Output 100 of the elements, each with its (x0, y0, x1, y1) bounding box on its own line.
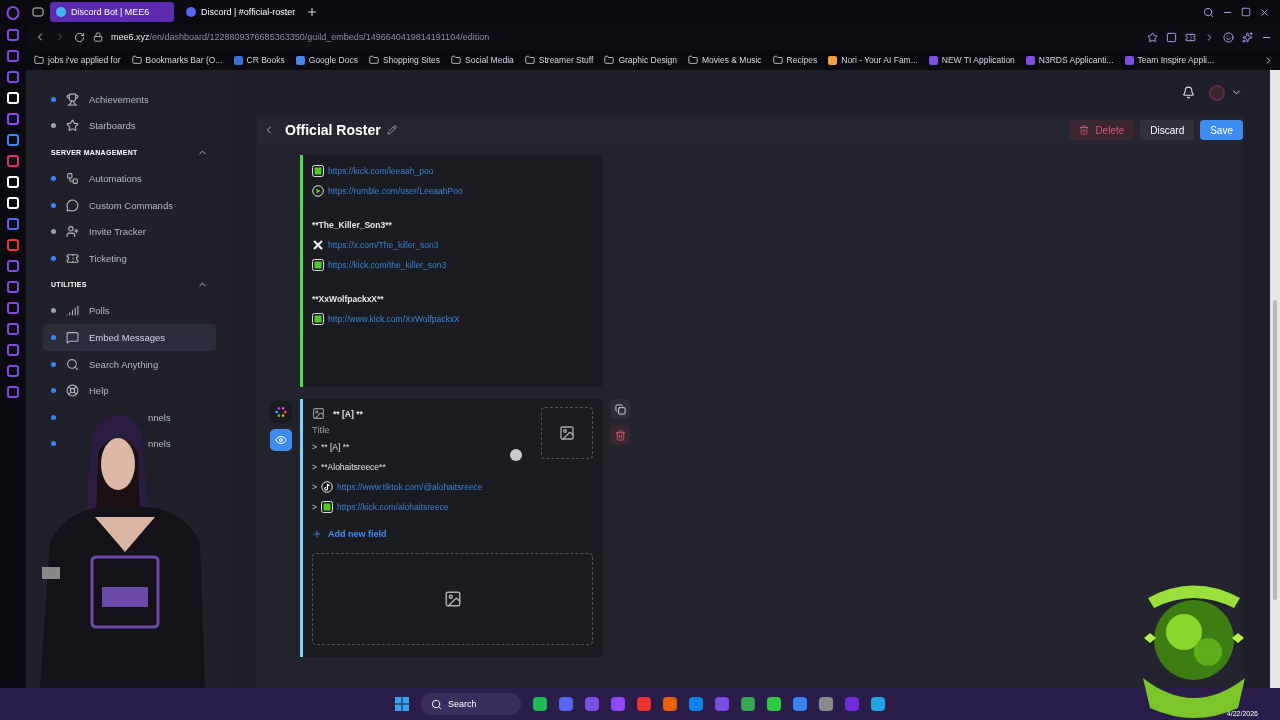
color-picker-button[interactable] (270, 401, 292, 423)
star-icon[interactable] (1147, 31, 1158, 43)
bookmark[interactable]: Nori - Your AI Fam... (828, 55, 918, 65)
quote-mark: > (312, 442, 317, 452)
search-icon (431, 698, 442, 710)
bookmark[interactable]: Graphic Design (604, 55, 677, 65)
tab-manager-icon[interactable] (32, 7, 44, 17)
notification-icon[interactable] (1182, 86, 1195, 99)
taskbar-app-icon[interactable] (611, 697, 625, 711)
site-icon (295, 55, 305, 65)
folder-icon (772, 55, 783, 65)
link[interactable]: https://kick.com/the_killer_son3 (328, 260, 447, 270)
bookmark[interactable]: Social Media (451, 55, 514, 65)
taskbar-search-field[interactable]: Search (421, 693, 521, 715)
sidebar-item[interactable]: nnels (43, 403, 216, 431)
link[interactable]: https://kick.com/leeaah_poo (328, 166, 434, 176)
menu-item-icon (66, 119, 79, 133)
music-note-icon (320, 481, 333, 493)
taskbar-app-icon[interactable] (637, 697, 651, 711)
folder-icon (688, 55, 698, 65)
bookmark[interactable]: Recipes (772, 55, 818, 65)
sidebar-item[interactable]: Automations (43, 165, 216, 192)
bookmark[interactable]: N3RDS Applicanti... (1025, 55, 1114, 65)
taskbar-app-icon[interactable] (819, 697, 833, 711)
tab-favicon-icon (186, 7, 196, 17)
taskbar-app-icon[interactable] (871, 697, 885, 711)
address-field[interactable]: mee6.xyz/en/dashboard/1228809376685363350/guild_embeds/1496640419814191104/edition (111, 32, 490, 42)
message-text: **The_Killer_Son3** (312, 220, 392, 230)
start-icon[interactable] (395, 697, 409, 711)
message-text: ** [A] ** (320, 442, 350, 452)
taskbar-app-icon[interactable] (793, 697, 807, 711)
eye-icon (275, 434, 287, 446)
snapshot-icon[interactable] (1166, 31, 1177, 43)
taskbar-app-icon[interactable] (767, 697, 781, 711)
menu-item-icon (66, 330, 79, 344)
image-placeholder-icon (443, 590, 462, 608)
edit-icon[interactable] (386, 125, 397, 135)
sidebar-item[interactable]: nnels (43, 430, 216, 458)
link[interactable]: https://www.tiktok.com/@alohaitsreece (336, 482, 483, 492)
bookmark[interactable]: NEW TI Application (928, 55, 1015, 65)
page-title: Official Roster (285, 122, 381, 138)
message-text: **Alohaitsreece** (320, 462, 386, 472)
bookmark[interactable]: Google Docs (295, 55, 358, 65)
sidebar-item[interactable]: Custom Commands (43, 191, 216, 219)
search-icon[interactable] (1203, 6, 1214, 18)
sidebar-item[interactable]: Polls (43, 297, 216, 325)
browser-tab[interactable]: Discord Bot | MEE6 (50, 2, 174, 22)
bookmark[interactable]: Bookmarks Bar (O... (131, 55, 223, 65)
site-icon (928, 55, 938, 65)
taskbar-app-icon[interactable] (715, 697, 729, 711)
emoji-button[interactable] (510, 449, 522, 461)
sidebar-item[interactable]: Ticketing (43, 244, 216, 272)
delete-button[interactable] (610, 425, 630, 445)
sidebar-item[interactable]: Help (43, 377, 216, 404)
preview-button[interactable] (270, 429, 292, 451)
sidebar-item[interactable]: Achievements (43, 86, 216, 113)
bookmark[interactable]: Movies & Music (688, 55, 762, 65)
link[interactable]: https://rumble.com/user/LeeaahPoo (328, 186, 463, 196)
reload-icon[interactable] (74, 31, 85, 43)
color-wheel-icon (275, 406, 287, 418)
taskbar-app-icon[interactable] (585, 697, 599, 711)
bookmark[interactable]: Shopping Sites (368, 55, 441, 65)
link[interactable]: https://x.com/The_killer_son3 (328, 240, 439, 250)
bookmark[interactable]: jobs i've applied for (34, 55, 121, 65)
menu-item-icon (66, 304, 79, 318)
taskbar-app-icon[interactable] (689, 697, 703, 711)
taskbar-app-icon[interactable] (533, 697, 547, 711)
bookmark[interactable]: CR Books (233, 55, 285, 65)
duplicate-button[interactable] (610, 399, 630, 419)
new-tab-icon[interactable] (306, 6, 318, 18)
sidebar-item[interactable]: Embed Messages (43, 324, 216, 351)
browser-logo-icon[interactable] (6, 6, 20, 20)
sidebar-item[interactable]: Invite Tracker (43, 218, 216, 245)
sidebar-item[interactable]: Search Anything (43, 350, 216, 378)
add-field-button[interactable]: Add new field (312, 529, 387, 539)
link[interactable]: http://www.kick.com/XxWolfpackxX (328, 314, 460, 324)
restore-icon[interactable] (1241, 6, 1251, 17)
taskbar-app-icon[interactable] (741, 697, 755, 711)
author-name[interactable]: ** [A] ** (333, 408, 363, 419)
message-text: **XxWolfpackxX** (312, 294, 384, 304)
quote-mark: > (312, 482, 317, 492)
sidebar-item[interactable]: Starboards (43, 112, 216, 140)
scrollbar[interactable] (1270, 70, 1280, 688)
browser-tab[interactable]: Discord | #official-roster (180, 2, 300, 22)
plus-icon (312, 529, 322, 539)
close-icon[interactable] (1259, 6, 1270, 18)
menu-item-icon (66, 384, 79, 398)
bookmark[interactable]: Streamer Stuff (524, 55, 594, 65)
thumbnail-dropzone[interactable] (541, 407, 593, 459)
menu-item-icon (66, 357, 79, 371)
bookmark[interactable]: Team Inspire Appli... (1124, 55, 1215, 65)
link[interactable]: https://kick.com/alohaitsreece (336, 502, 449, 512)
site-icon (1025, 55, 1035, 65)
image-placeholder-icon[interactable] (312, 407, 325, 420)
title-field[interactable]: Title (312, 424, 593, 435)
menu-item-icon (66, 225, 79, 239)
action-button[interactable]: Delete (1069, 120, 1135, 140)
action-button[interactable]: Discard (1140, 120, 1195, 140)
taskbar-app-icon[interactable] (663, 697, 677, 711)
taskbar-app-icon[interactable] (559, 697, 573, 711)
